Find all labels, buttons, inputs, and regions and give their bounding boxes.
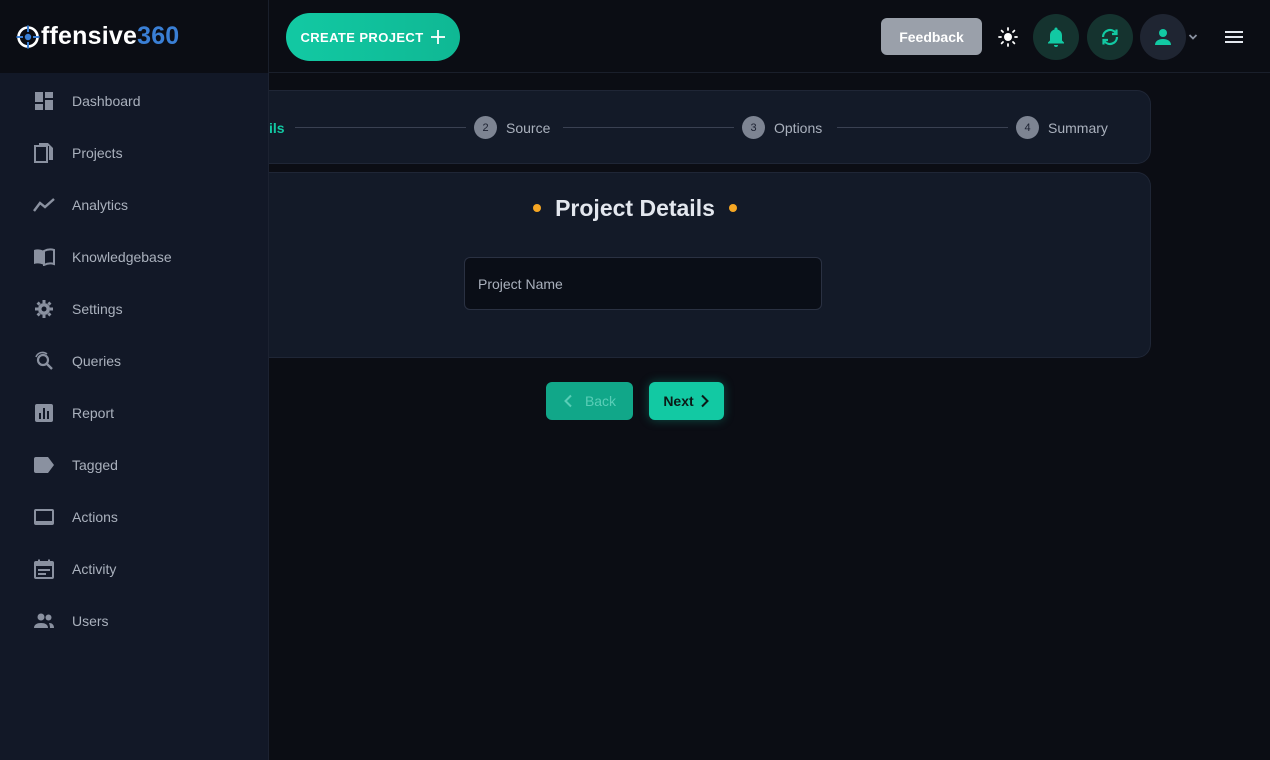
create-project-button[interactable]: CREATE PROJECT [286, 13, 460, 61]
project-details-card: Project Details [269, 172, 1151, 358]
sidebar: Dashboard Projects Analytics Knowledgeba… [0, 73, 269, 760]
project-details-heading: Project Details [269, 195, 1001, 222]
sidebar-item-label: Activity [72, 561, 117, 577]
sidebar-item-users[interactable]: Users [0, 601, 269, 641]
title-dot-left [533, 203, 542, 212]
dashboard-icon [33, 90, 55, 112]
next-label: Next [663, 393, 694, 409]
feedback-label: Feedback [899, 28, 964, 45]
query-icon [33, 350, 55, 372]
sidebar-item-label: Dashboard [72, 93, 141, 109]
sidebar-item-actions[interactable]: Actions [0, 497, 269, 537]
sidebar-item-label: Settings [72, 301, 123, 317]
step-2-label[interactable]: Source [506, 120, 550, 136]
sidebar-item-label: Projects [72, 145, 123, 161]
sidebar-item-label: Analytics [72, 197, 129, 213]
gear-icon [33, 298, 55, 320]
step-2-number[interactable]: 2 [474, 116, 497, 139]
theme-toggle-button[interactable] [985, 14, 1031, 60]
step-connector [837, 127, 1008, 128]
user-icon [1155, 29, 1171, 45]
hamburger-menu-icon[interactable] [1222, 26, 1246, 48]
actions-icon [33, 506, 55, 528]
sidebar-item-queries[interactable]: Queries [0, 341, 269, 381]
next-button[interactable]: Next [649, 382, 724, 420]
chevron-right-icon [700, 394, 709, 408]
logo-text-number: 360 [137, 22, 180, 50]
create-project-label: CREATE PROJECT [300, 29, 424, 45]
sidebar-item-projects[interactable]: Projects [0, 133, 269, 173]
back-label: Back [584, 393, 617, 409]
sun-icon [998, 27, 1018, 47]
chevron-left-icon [564, 394, 572, 408]
sidebar-item-label: Knowledgebase [72, 249, 172, 265]
calendar-icon [33, 558, 55, 580]
title-dot-right [728, 203, 737, 212]
project-details-title: Project Details [555, 195, 715, 221]
sidebar-item-activity[interactable]: Activity [0, 549, 269, 589]
logo[interactable]: ffensive 360 [0, 0, 269, 73]
sidebar-item-label: Queries [72, 353, 122, 369]
book-icon [33, 246, 55, 268]
sidebar-item-knowledgebase[interactable]: Knowledgebase [0, 237, 269, 277]
logo-text-main: ffensive [41, 22, 138, 50]
step-4-number[interactable]: 4 [1016, 116, 1039, 139]
projects-icon [33, 142, 55, 164]
top-bar: ffensive 360 CREATE PROJECT Feedback [0, 0, 1270, 73]
project-name-input[interactable] [464, 257, 822, 310]
sidebar-item-tagged[interactable]: Tagged [0, 445, 269, 485]
tag-icon [33, 454, 55, 476]
step-4-label[interactable]: Summary [1048, 120, 1108, 136]
sidebar-item-label: Tagged [72, 457, 118, 473]
user-avatar-button[interactable] [1140, 14, 1186, 60]
report-icon [33, 402, 55, 424]
sidebar-item-analytics[interactable]: Analytics [0, 185, 269, 225]
plus-icon [430, 30, 445, 44]
step-1-label[interactable]: ils [269, 120, 285, 136]
sidebar-item-dashboard[interactable]: Dashboard [0, 81, 269, 121]
sidebar-item-label: Report [72, 405, 115, 421]
chevron-down-icon[interactable] [1186, 30, 1200, 44]
step-3-label[interactable]: Options [774, 120, 822, 136]
sidebar-item-label: Actions [72, 509, 118, 525]
sync-button[interactable] [1087, 14, 1133, 60]
bell-icon [1048, 27, 1064, 47]
crosshair-logo-icon [16, 25, 40, 48]
step-connector [563, 127, 734, 128]
notifications-button[interactable] [1033, 14, 1079, 60]
analytics-icon [33, 194, 55, 216]
users-icon [33, 610, 55, 632]
sidebar-item-report[interactable]: Report [0, 393, 269, 433]
feedback-button[interactable]: Feedback [881, 18, 982, 55]
sidebar-item-settings[interactable]: Settings [0, 289, 269, 329]
sync-icon [1101, 28, 1119, 46]
wizard-stepper: ils 2 Source 3 Options 4 Summary [269, 90, 1151, 164]
step-connector [295, 127, 466, 128]
step-3-number[interactable]: 3 [742, 116, 765, 139]
back-button[interactable]: Back [546, 382, 633, 420]
sidebar-item-label: Users [72, 613, 109, 629]
